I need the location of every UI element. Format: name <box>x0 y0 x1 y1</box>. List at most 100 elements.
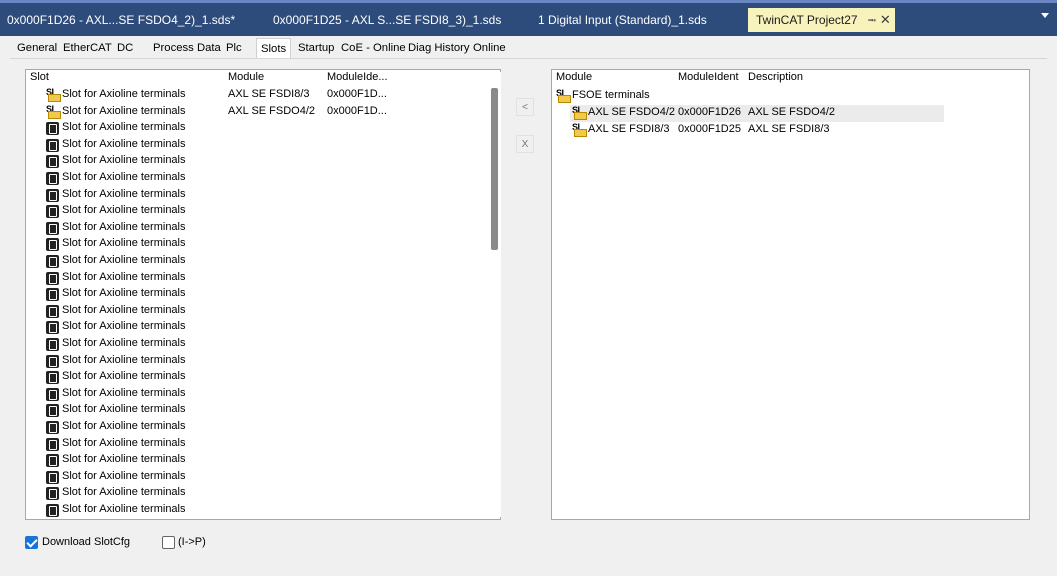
tab-startup[interactable]: Startup <box>298 40 334 56</box>
pin-icon[interactable]: ⭲ <box>868 15 876 27</box>
empty-slot-icon <box>46 172 59 185</box>
i-to-p-option[interactable]: (I->P) <box>162 536 232 550</box>
tab-online[interactable]: Online <box>473 40 506 56</box>
slot-name: Slot for Axioline terminals <box>62 204 186 217</box>
i-to-p-label: (I->P) <box>178 536 206 548</box>
slot-row[interactable]: Slot for Axioline terminals <box>26 469 500 486</box>
slot-row[interactable]: SL Slot for Axioline terminals AXL SE FSDI… <box>26 87 500 104</box>
insert-module-button[interactable]: < <box>516 98 534 116</box>
module-group-fsoe[interactable]: SL FSOE terminals <box>552 88 1029 105</box>
slot-row[interactable]: Slot for Axioline terminals <box>26 485 500 502</box>
slot-row[interactable]: Slot for Axioline terminals <box>26 436 500 453</box>
empty-slot-icon <box>46 354 59 368</box>
slot-row[interactable]: Slot for Axioline terminals <box>26 353 500 370</box>
slot-name: Slot for Axioline terminals <box>62 104 186 117</box>
slot-row[interactable]: Slot for Axioline terminals <box>26 120 500 137</box>
slot-row[interactable]: Slot for Axioline terminals <box>26 153 500 170</box>
scrollbar-thumb[interactable] <box>491 88 498 250</box>
slot-row[interactable]: Slot for Axioline terminals <box>26 419 500 436</box>
slot-name: Slot for Axioline terminals <box>62 320 186 333</box>
empty-slot-icon <box>46 454 59 468</box>
download-slotcfg-label: Download SlotCfg <box>42 536 131 548</box>
download-slotcfg-checkbox[interactable] <box>25 536 38 549</box>
tab-ethercat[interactable]: EtherCAT <box>63 40 112 56</box>
tab-process-data[interactable]: Process Data <box>153 40 221 56</box>
document-tab-digital-input[interactable]: 1 Digital Input (Standard)_1.sds <box>538 9 707 31</box>
empty-slot-icon <box>46 271 59 285</box>
slot-row[interactable]: Slot for Axioline terminals <box>26 303 500 320</box>
column-header-module[interactable]: Module <box>556 71 592 83</box>
tab-dc[interactable]: DC <box>117 40 133 56</box>
slot-row[interactable]: Slot for Axioline terminals <box>26 270 500 287</box>
slot-row[interactable]: SL Slot for Axioline terminals AXL SE FSDO… <box>26 104 500 121</box>
chevron-down-icon[interactable] <box>1041 13 1049 18</box>
slot-name: Slot for Axioline terminals <box>62 469 186 482</box>
tab-plc[interactable]: Plc <box>226 40 242 56</box>
empty-slot-icon <box>46 387 59 401</box>
column-header-slot[interactable]: Slot <box>30 71 49 83</box>
empty-slot-icon <box>46 371 59 385</box>
module-row[interactable]: SL AXL SE FSDI8/3 0x000F1D25 AXL SE FSDI… <box>570 122 944 139</box>
slot-row[interactable]: Slot for Axioline terminals <box>26 286 500 303</box>
document-tab-fsdi8[interactable]: 0x000F1D25 - AXL S...SE FSDI8_3)_1.sds <box>273 9 501 31</box>
document-tab-twincat-project[interactable]: TwinCAT Project27 ⭲ ✕ <box>748 8 895 32</box>
remove-module-button[interactable]: X <box>516 135 534 153</box>
empty-slot-icon <box>46 421 59 434</box>
empty-slot-icon <box>46 221 59 235</box>
slot-row[interactable]: Slot for Axioline terminals <box>26 137 500 154</box>
module-name: AXL SE FSDO4/2 <box>588 106 676 118</box>
available-modules-list[interactable]: Module ModuleIdent Description SL FSOE t… <box>551 69 1030 520</box>
column-header-moduleident[interactable]: ModuleIde... <box>327 71 388 83</box>
slot-name: Slot for Axioline terminals <box>62 154 186 167</box>
slot-name: Slot for Axioline terminals <box>62 237 186 250</box>
safety-module-icon: SL <box>572 105 587 120</box>
i-to-p-checkbox[interactable] <box>162 536 175 549</box>
empty-slot-icon <box>46 288 59 302</box>
slot-name: Slot for Axioline terminals <box>62 187 186 200</box>
tab-diag-history[interactable]: Diag History <box>408 40 470 56</box>
slot-moduleident: 0x000F1D... <box>327 88 387 100</box>
tab-slots[interactable]: Slots <box>256 38 292 59</box>
slot-row[interactable]: Slot for Axioline terminals <box>26 502 500 519</box>
slot-row[interactable]: Slot for Axioline terminals <box>26 319 500 336</box>
safety-module-icon: SL <box>46 104 61 119</box>
module-row[interactable]: SL AXL SE FSDO4/2 0x000F1D26 AXL SE FSDO… <box>570 105 944 122</box>
column-header-moduleident[interactable]: ModuleIdent <box>678 71 739 83</box>
slot-row[interactable]: Slot for Axioline terminals <box>26 369 500 386</box>
slot-name: Slot for Axioline terminals <box>62 88 186 100</box>
tab-general[interactable]: General <box>17 40 57 56</box>
slot-row[interactable]: Slot for Axioline terminals <box>26 170 500 187</box>
document-tab-bar: 0x000F1D26 - AXL...SE FSDO4_2)_1.sds* 0x… <box>0 0 1057 36</box>
empty-slot-icon <box>46 255 59 268</box>
column-header-module[interactable]: Module <box>228 71 264 83</box>
empty-slot-icon <box>46 487 59 501</box>
slot-name: Slot for Axioline terminals <box>62 353 186 366</box>
safety-module-icon: SL <box>556 88 571 103</box>
empty-slot-icon <box>46 122 59 136</box>
slot-row[interactable]: Slot for Axioline terminals <box>26 220 500 237</box>
document-tab-fsdo4[interactable]: 0x000F1D26 - AXL...SE FSDO4_2)_1.sds* <box>7 9 235 31</box>
close-icon[interactable]: ✕ <box>880 12 891 27</box>
slot-row[interactable]: Slot for Axioline terminals <box>26 253 500 270</box>
slot-row[interactable]: Slot for Axioline terminals <box>26 203 500 220</box>
slot-row[interactable]: Slot for Axioline terminals <box>26 402 500 419</box>
empty-slot-icon <box>46 437 59 451</box>
column-header-description[interactable]: Description <box>748 71 803 83</box>
slot-row[interactable]: Slot for Axioline terminals <box>26 452 500 469</box>
slot-name: Slot for Axioline terminals <box>62 121 186 134</box>
slot-name: Slot for Axioline terminals <box>62 486 186 499</box>
slot-row[interactable]: Slot for Axioline terminals <box>26 336 500 353</box>
slot-row[interactable]: Slot for Axioline terminals <box>26 187 500 204</box>
slot-row[interactable]: Slot for Axioline terminals <box>26 386 500 403</box>
slots-editor: General EtherCAT DC Process Data Plc Slo… <box>0 36 1057 576</box>
slot-row[interactable]: Slot for Axioline terminals <box>26 236 500 253</box>
slots-list[interactable]: Slot Module ModuleIde... SL Slot for Axio… <box>25 69 501 520</box>
slot-name: Slot for Axioline terminals <box>62 386 186 399</box>
module-ident: 0x000F1D26 <box>678 106 741 118</box>
empty-slot-icon <box>46 238 59 252</box>
empty-slot-icon <box>46 470 59 484</box>
download-slotcfg-option[interactable]: Download SlotCfg <box>25 536 165 550</box>
slot-name: Slot for Axioline terminals <box>62 403 186 416</box>
empty-slot-icon <box>46 504 59 517</box>
tab-coe-online[interactable]: CoE - Online <box>341 40 406 56</box>
